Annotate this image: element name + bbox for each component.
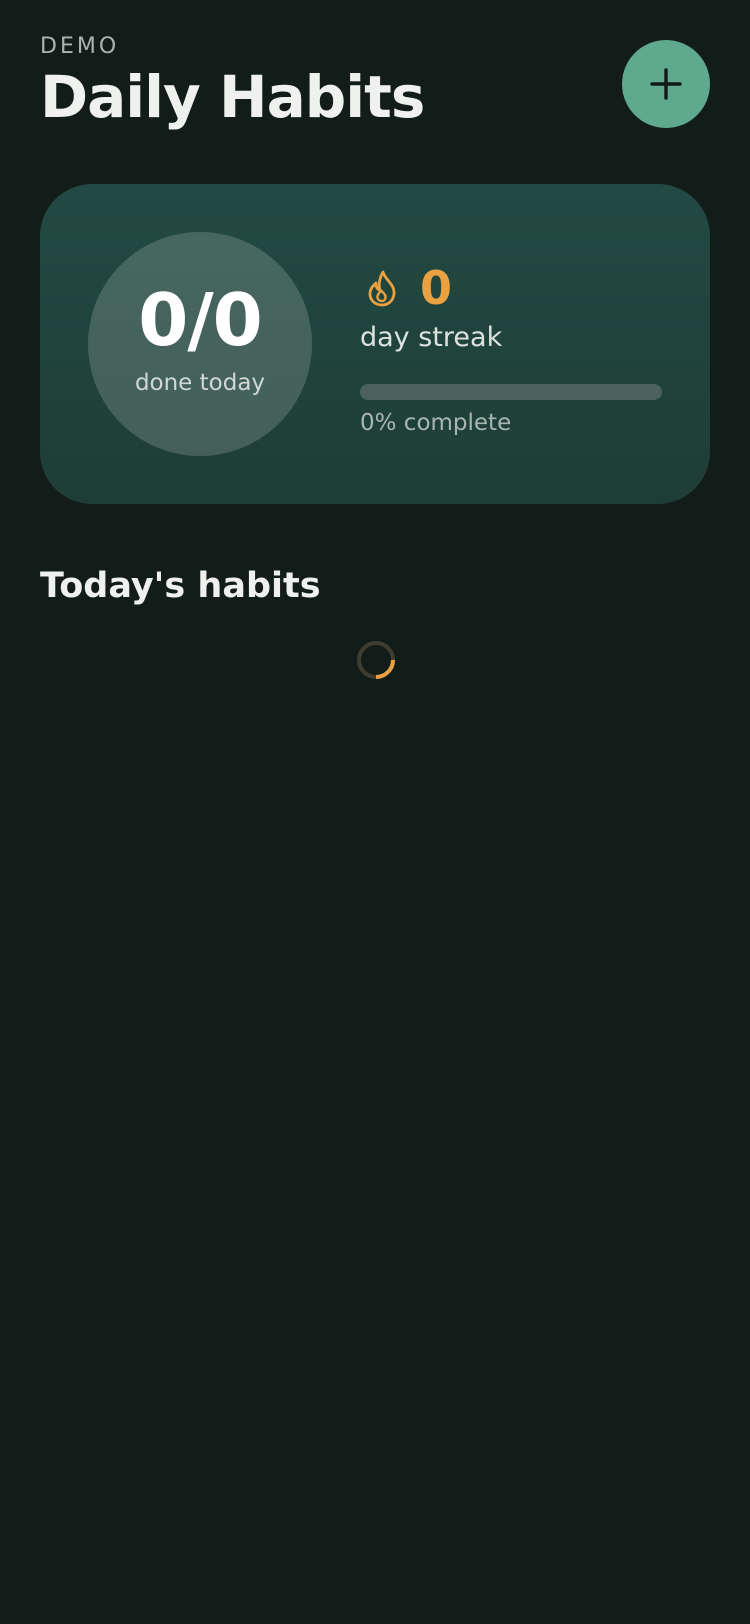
page-title: Daily Habits bbox=[40, 63, 425, 131]
summary-card: 0/0 done today 0 day streak 0% complete bbox=[40, 184, 710, 504]
add-habit-button[interactable] bbox=[622, 40, 710, 128]
streak-label: day streak bbox=[360, 322, 503, 353]
spinner-icon bbox=[357, 641, 395, 679]
habits-screen: DEMO Daily Habits 0/0 done today 0 day s… bbox=[0, 0, 750, 1624]
header-eyebrow: DEMO bbox=[40, 34, 120, 59]
progress-label: 0% complete bbox=[360, 410, 512, 436]
streak-row: 0 bbox=[362, 260, 452, 316]
flame-icon bbox=[368, 270, 396, 307]
done-today-circle: 0/0 done today bbox=[88, 232, 312, 456]
plus-icon bbox=[650, 68, 682, 100]
done-today-label: done today bbox=[134, 370, 266, 396]
streak-count: 0 bbox=[420, 261, 453, 315]
progress-bar bbox=[360, 384, 662, 400]
section-title-todays-habits: Today's habits bbox=[40, 566, 321, 606]
done-count: 0/0 bbox=[138, 278, 263, 362]
